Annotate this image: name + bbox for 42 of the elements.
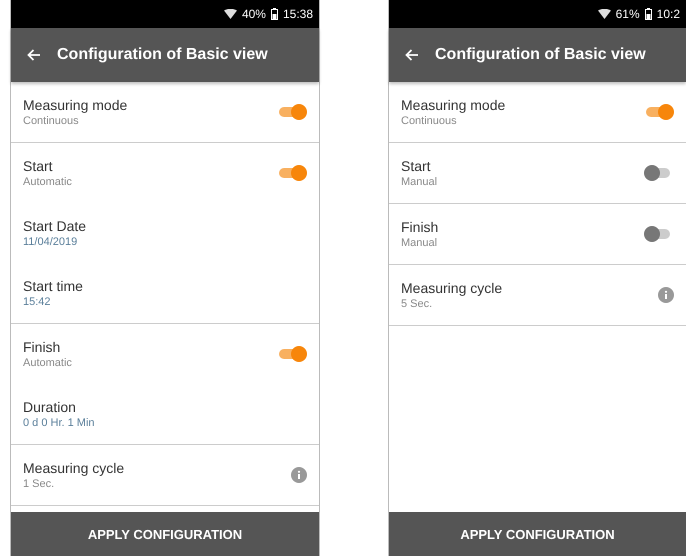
- setting-value: 1 Sec.: [23, 478, 56, 490]
- apply-configuration-button[interactable]: APPLY CONFIGURATION: [389, 512, 686, 556]
- setting-value: Manual: [401, 176, 438, 188]
- info-icon[interactable]: [291, 467, 307, 483]
- setting-value: Automatic: [23, 357, 72, 369]
- setting-label: Duration: [23, 399, 77, 415]
- setting-value[interactable]: 11/04/2019: [23, 236, 86, 248]
- wifi-icon: [598, 9, 611, 19]
- battery-percent: 40%: [242, 7, 266, 21]
- setting-label: Measuring mode: [401, 97, 506, 113]
- info-icon[interactable]: [658, 287, 674, 303]
- setting-value: Continuous: [23, 115, 80, 127]
- battery-icon: [270, 8, 278, 20]
- toggle-switch[interactable]: [277, 165, 307, 181]
- setting-value[interactable]: 0 d 0 Hr. 1 Min: [23, 417, 95, 429]
- setting-label: Start Date: [23, 218, 86, 234]
- back-arrow-icon[interactable]: [405, 49, 419, 61]
- clock-time: 10:2: [656, 7, 680, 21]
- battery-percent: 61%: [616, 7, 640, 21]
- toggle-switch[interactable]: [277, 346, 307, 362]
- toggle-switch[interactable]: [277, 104, 307, 120]
- setting-label: Start: [401, 158, 432, 174]
- setting-label: Start: [23, 158, 54, 174]
- setting-label: Measuring cycle: [23, 460, 124, 476]
- setting-value: Continuous: [401, 115, 458, 127]
- toggle-switch[interactable]: [644, 104, 674, 120]
- setting-label: Measuring cycle: [401, 280, 502, 296]
- setting-value: 5 Sec.: [401, 298, 434, 310]
- apply-configuration-button[interactable]: APPLY CONFIGURATION: [11, 512, 319, 556]
- setting-label: Finish: [401, 219, 438, 235]
- setting-value[interactable]: 15:42: [23, 296, 83, 308]
- back-arrow-icon[interactable]: [27, 49, 41, 61]
- setting-value: Manual: [401, 237, 438, 249]
- battery-icon: [644, 8, 652, 20]
- setting-label: Start time: [23, 278, 83, 294]
- wifi-icon: [224, 9, 237, 19]
- setting-value: Automatic: [23, 176, 72, 188]
- setting-label: Finish: [23, 339, 62, 355]
- setting-label: Measuring mode: [23, 97, 128, 113]
- clock-time: 15:38: [282, 7, 313, 21]
- screen-title: Configuration of Basic view: [57, 46, 268, 64]
- screen-title: Configuration of Basic view: [435, 46, 646, 64]
